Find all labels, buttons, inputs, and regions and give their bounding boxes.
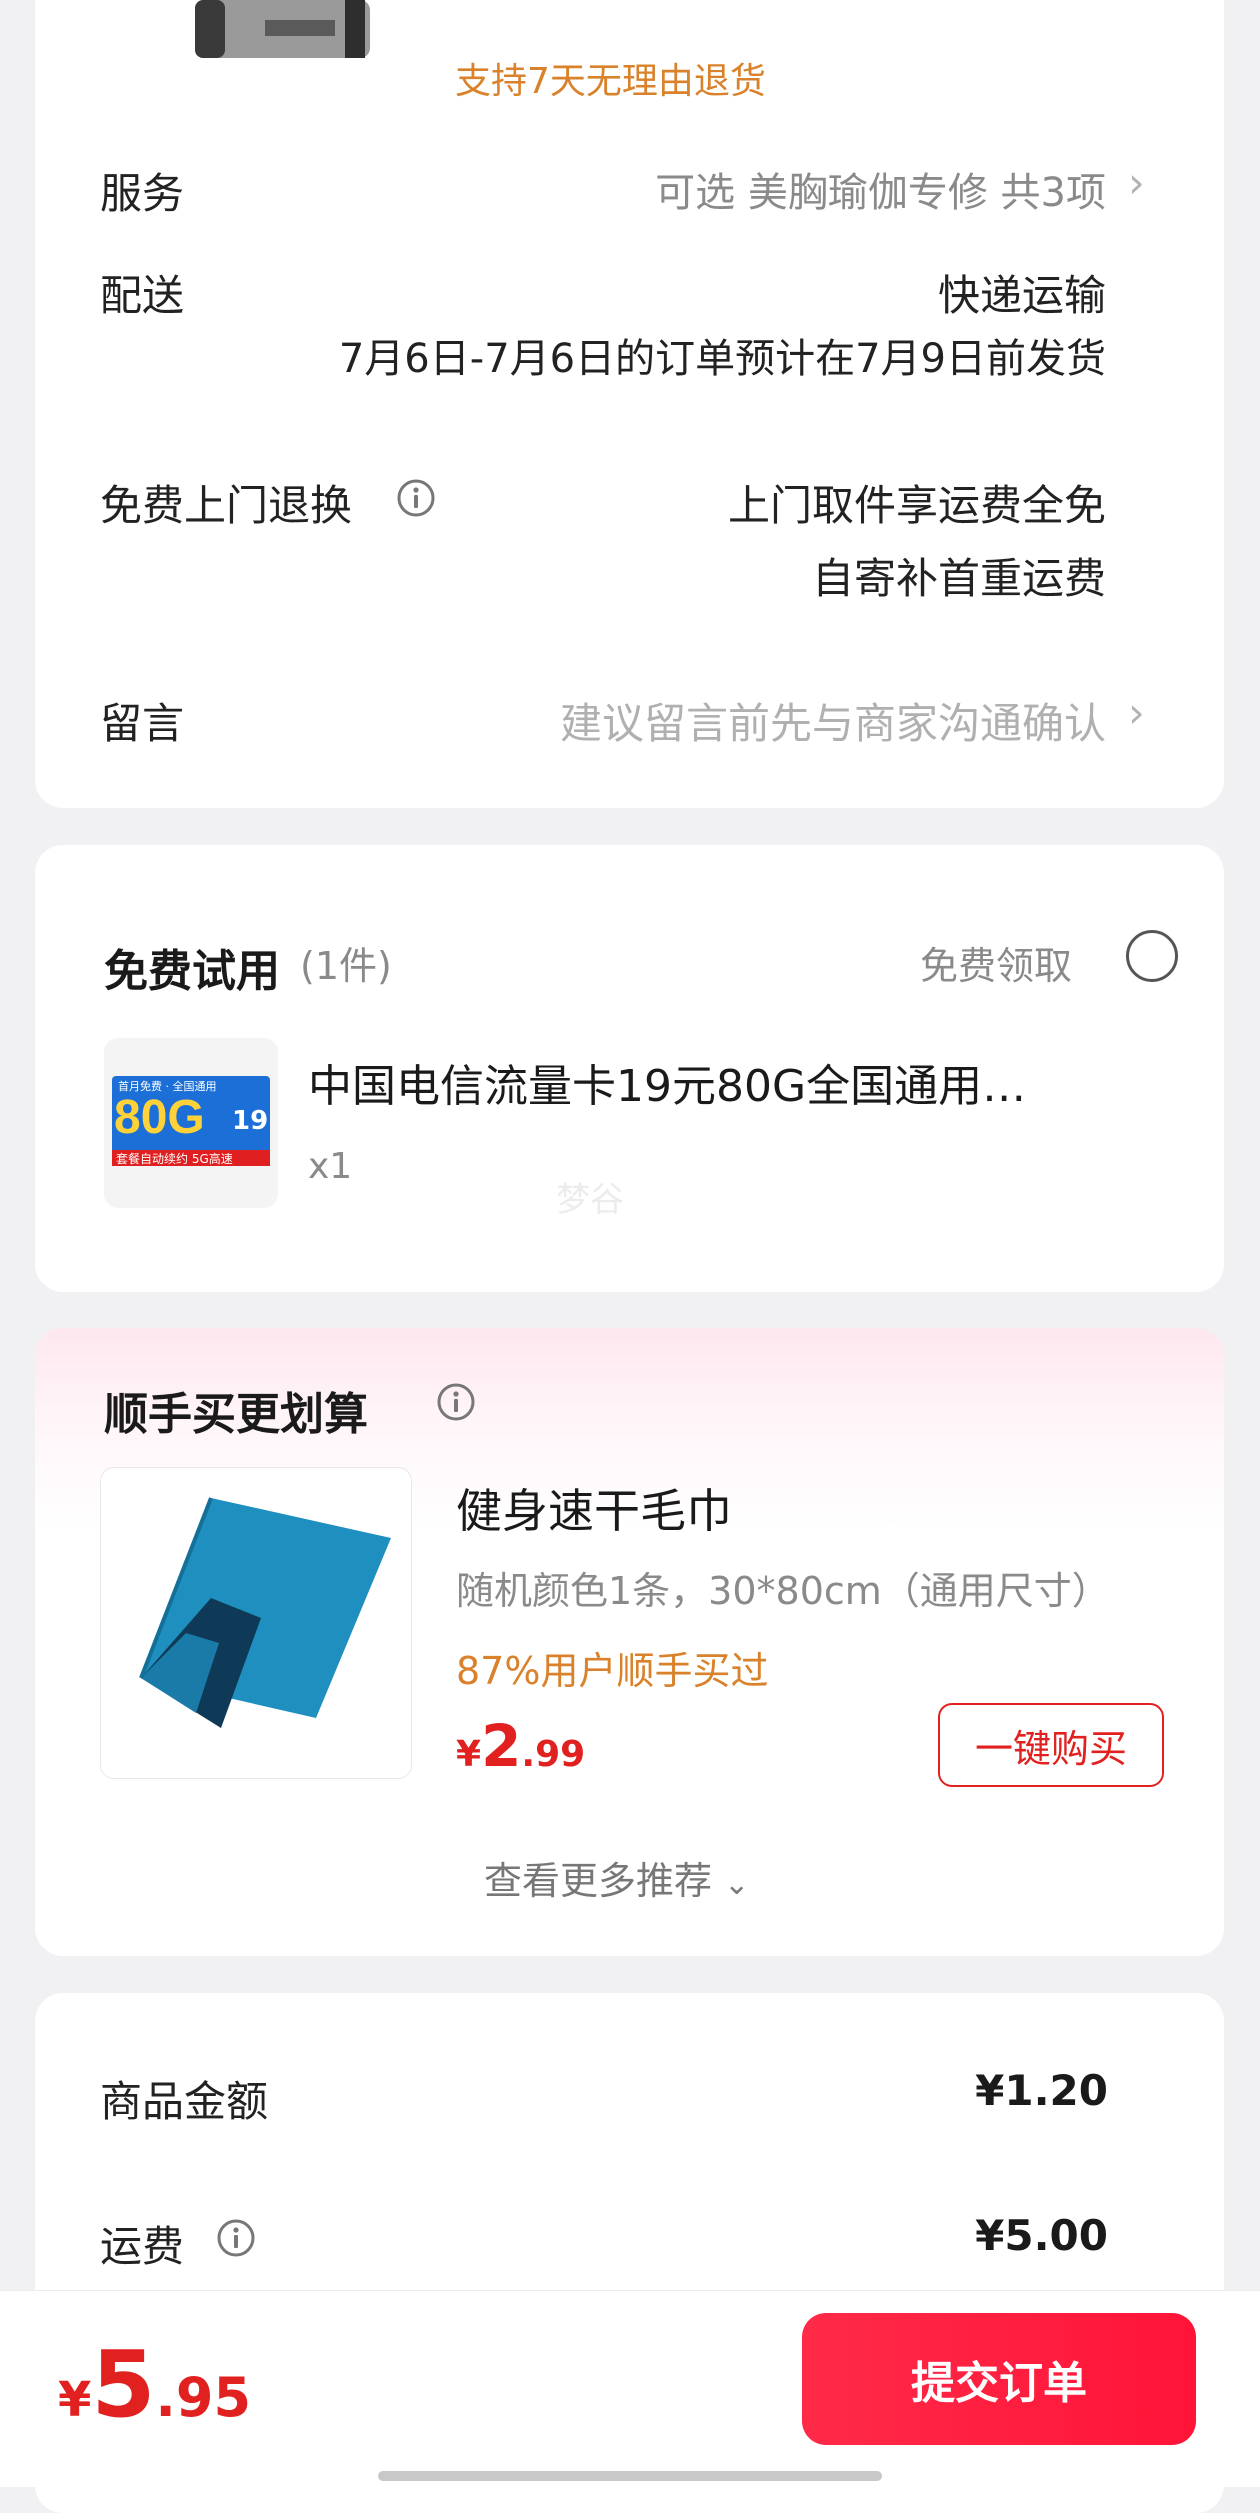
return-policy: 支持7天无理由退货	[455, 61, 766, 102]
service-label: 服务	[100, 169, 185, 218]
total-price: ¥5.95	[58, 2331, 251, 2438]
addon-title: 顺手买更划算	[104, 1389, 368, 1440]
message-label: 留言	[100, 699, 185, 748]
info-icon[interactable]	[216, 2218, 256, 2258]
free-return-label: 免费上门退换	[100, 481, 353, 530]
sim-card-caption: 套餐自动续约 5G高速	[116, 1152, 233, 1166]
free-return-line1: 上门取件享运费全免	[727, 481, 1106, 530]
shipping-value: ¥5.00	[975, 2211, 1108, 2260]
sim-card-price: 19	[232, 1106, 269, 1136]
chevron-right-icon[interactable]: ›	[1128, 158, 1145, 207]
product-thumbnail	[195, 0, 370, 58]
delivery-label: 配送	[100, 271, 185, 320]
shipping-label: 运费	[100, 2222, 185, 2271]
total-dec: .95	[155, 2366, 252, 2429]
trial-item-qty: x1	[308, 1146, 353, 1187]
price-dec: .99	[521, 1734, 586, 1775]
towel-image	[139, 1497, 391, 1728]
currency-symbol: ¥	[456, 1734, 482, 1775]
sim-card-data: 80G	[114, 1091, 205, 1144]
order-details-card	[35, 0, 1224, 808]
addon-item-thumbnail[interactable]	[100, 1467, 412, 1779]
delivery-estimate: 7月6日-7月6日的订单预计在7月9日前发货	[338, 336, 1106, 382]
info-icon[interactable]	[396, 478, 436, 518]
trial-item-name[interactable]: 中国电信流量卡19元80G全国通用…	[308, 1050, 1026, 1114]
free-trial-count: (1件)	[300, 944, 392, 988]
checkout-bar: ¥5.95 提交订单	[0, 2290, 1260, 2487]
goods-amount-value: ¥1.20	[975, 2066, 1108, 2115]
info-icon[interactable]	[436, 1382, 476, 1422]
addon-item-spec: 随机颜色1条，30*80cm（通用尺寸）	[456, 1569, 1110, 1613]
price-int: 2	[481, 1712, 522, 1780]
addon-item-price: ¥2.99	[456, 1712, 585, 1780]
watermark: 梦谷	[556, 1180, 624, 1220]
free-return-line2: 自寄补首重运费	[811, 554, 1106, 603]
home-indicator[interactable]	[378, 2471, 882, 2481]
one-click-buy-button[interactable]: 一键购买	[938, 1703, 1164, 1787]
free-claim-radio[interactable]	[1126, 930, 1178, 982]
addon-item-name[interactable]: 健身速干毛巾	[456, 1475, 732, 1541]
trial-item-thumbnail: 首月免费 · 全国通用 80G 19 套餐自动续约 5G高速	[104, 1038, 278, 1208]
view-more-link[interactable]: 查看更多推荐 ⌄	[484, 1850, 749, 1905]
service-value[interactable]: 可选 美胸瑜伽专修 共3项	[540, 160, 1106, 218]
free-claim-label: 免费领取	[920, 944, 1073, 988]
delivery-method: 快递运输	[937, 271, 1106, 320]
chevron-right-icon[interactable]: ›	[1128, 688, 1145, 737]
goods-amount-label: 商品金额	[100, 2077, 269, 2126]
currency-symbol: ¥	[58, 2372, 92, 2428]
total-int: 5	[91, 2331, 156, 2438]
free-trial-title: 免费试用	[104, 946, 280, 997]
chevron-down-icon: ⌄	[724, 1867, 750, 1902]
message-input[interactable]: 建议留言前先与商家沟通确认	[440, 690, 1106, 751]
submit-order-button[interactable]: 提交订单	[802, 2313, 1196, 2445]
view-more-label: 查看更多推荐	[484, 1859, 713, 1903]
addon-item-social-proof: 87%用户顺手买过	[456, 1649, 769, 1693]
